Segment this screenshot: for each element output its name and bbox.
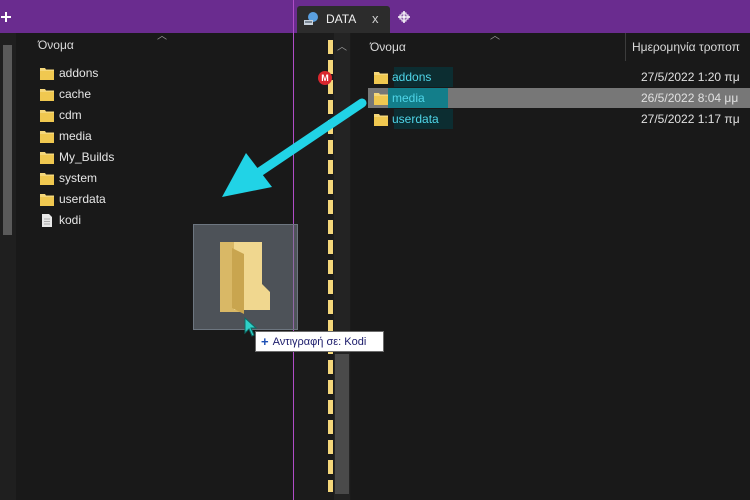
folder-icon bbox=[40, 193, 54, 206]
list-item[interactable]: userdata bbox=[40, 189, 106, 209]
drag-tooltip-text: Αντιγραφή σε: Kodi bbox=[272, 335, 367, 348]
row-name: userdata bbox=[392, 112, 439, 126]
row-date: 27/5/2022 1:17 πμ bbox=[641, 112, 740, 126]
sort-ascending-icon: ︿ bbox=[157, 31, 167, 42]
folder-icon bbox=[374, 113, 388, 126]
row-name-text: media bbox=[392, 91, 425, 105]
table-row-selected[interactable]: media 26/5/2022 8:04 μμ bbox=[368, 88, 750, 108]
list-item-label: cache bbox=[59, 87, 92, 101]
row-name: media bbox=[388, 88, 641, 108]
list-item[interactable]: cache bbox=[40, 84, 91, 104]
column-header-name[interactable]: Όνομα bbox=[370, 40, 406, 54]
folder-icon bbox=[374, 92, 388, 105]
folder-icon bbox=[40, 130, 54, 143]
list-item-label: My_Builds bbox=[59, 150, 115, 164]
table-row[interactable]: userdata 27/5/2022 1:17 πμ bbox=[368, 109, 750, 129]
folder-icon bbox=[220, 242, 270, 314]
folder-icon bbox=[374, 71, 388, 84]
new-tab-plus-icon[interactable] bbox=[0, 10, 12, 24]
list-item-label: system bbox=[59, 171, 98, 185]
sort-ascending-icon: ︿ bbox=[490, 31, 500, 42]
list-item-label: kodi bbox=[59, 213, 82, 227]
column-header-date[interactable]: Ημερομηνία τροποπ bbox=[632, 40, 740, 54]
folder-icon bbox=[40, 151, 54, 164]
list-item-label: addons bbox=[59, 66, 99, 80]
table-row[interactable]: addons 27/5/2022 1:20 πμ bbox=[368, 67, 750, 87]
copy-plus-icon: + bbox=[261, 334, 269, 349]
navigation-scrollbar-thumb[interactable] bbox=[335, 354, 349, 494]
new-tab-plus-icon[interactable] bbox=[397, 10, 411, 24]
folder-icon bbox=[40, 67, 54, 80]
network-drive-icon bbox=[304, 12, 318, 25]
list-item[interactable]: My_Builds bbox=[40, 147, 114, 167]
list-item[interactable]: kodi bbox=[40, 210, 81, 230]
list-item-label: userdata bbox=[59, 192, 106, 206]
folder-icon bbox=[40, 88, 54, 101]
row-name: addons bbox=[392, 70, 432, 84]
left-scrollbar-thumb[interactable] bbox=[3, 45, 12, 235]
column-separator[interactable] bbox=[625, 33, 626, 61]
left-column-name-header[interactable]: Όνομα bbox=[38, 38, 74, 52]
list-item[interactable]: cdm bbox=[40, 105, 82, 125]
file-icon bbox=[42, 213, 52, 227]
list-item[interactable]: media bbox=[40, 126, 92, 146]
tab-label: DATA bbox=[326, 12, 357, 26]
folder-icon bbox=[40, 172, 54, 185]
row-date: 27/5/2022 1:20 πμ bbox=[641, 70, 740, 84]
folder-icon bbox=[40, 109, 54, 122]
left-tabbar bbox=[0, 0, 293, 33]
list-item[interactable]: system bbox=[40, 168, 97, 188]
scroll-up-icon[interactable]: ︿ bbox=[337, 38, 347, 53]
row-date: 26/5/2022 8:04 μμ bbox=[641, 91, 739, 105]
list-item-label: cdm bbox=[59, 108, 82, 122]
tab-close-icon[interactable]: x bbox=[372, 11, 379, 26]
mega-icon[interactable]: M bbox=[318, 71, 332, 85]
list-item[interactable]: addons bbox=[40, 63, 98, 83]
list-item-label: media bbox=[59, 129, 92, 143]
drag-direction-arrow-icon bbox=[222, 98, 367, 197]
drag-tooltip: + Αντιγραφή σε: Kodi bbox=[255, 331, 384, 352]
